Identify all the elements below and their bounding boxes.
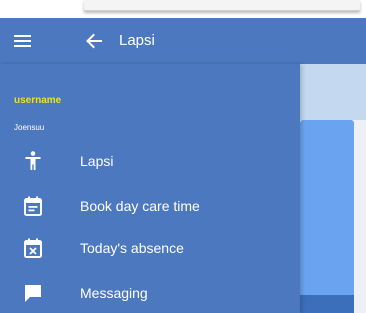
drawer-item-book-day-care-time[interactable]: Book day care time: [0, 187, 300, 225]
background-dialog-edge: [84, 0, 360, 11]
content-card-footer: [300, 295, 354, 313]
drawer-location: Joensuu: [14, 123, 45, 132]
arrow-back-icon[interactable]: [83, 30, 105, 52]
drawer-item-label: Today's absence: [80, 240, 184, 256]
drawer-item-todays-absence[interactable]: Today's absence: [0, 229, 300, 267]
message-icon: [22, 282, 44, 304]
drawer-item-label: Messaging: [80, 285, 148, 301]
drawer-username: username: [14, 95, 62, 106]
calendar-cancel-icon: [22, 237, 44, 259]
content-card: [300, 120, 354, 313]
drawer-item-label: Book day care time: [80, 198, 200, 214]
navigation-drawer: username Joensuu Lapsi Book day care tim…: [0, 64, 300, 313]
drawer-item-lapsi[interactable]: Lapsi: [0, 142, 300, 180]
drawer-item-label: Lapsi: [80, 153, 114, 169]
app-bar-title: Lapsi: [119, 32, 155, 49]
hamburger-menu-icon[interactable]: [12, 30, 34, 52]
drawer-item-messaging[interactable]: Messaging: [0, 274, 300, 312]
child-icon: [22, 150, 44, 172]
app-bar: Lapsi: [0, 18, 366, 64]
calendar-icon: [22, 195, 44, 217]
